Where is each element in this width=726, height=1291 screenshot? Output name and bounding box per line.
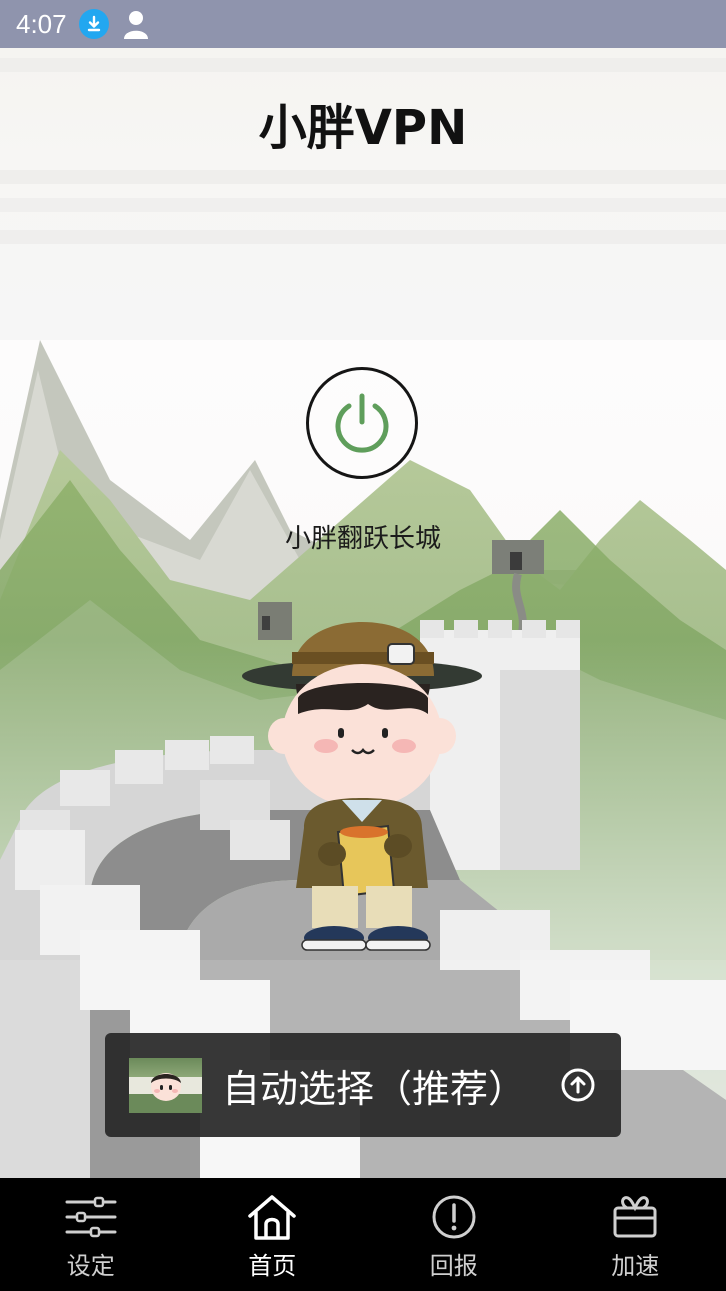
power-icon xyxy=(335,393,389,453)
power-button[interactable] xyxy=(306,367,418,479)
mascot-illustration xyxy=(242,622,482,951)
status-bar: 4:07 xyxy=(0,0,726,48)
nav-item-home[interactable]: 首页 xyxy=(182,1178,364,1291)
upload-circle-icon[interactable] xyxy=(561,1068,595,1102)
sliders-icon xyxy=(65,1194,117,1240)
home-icon xyxy=(246,1194,298,1240)
nav-item-settings[interactable]: 设定 xyxy=(0,1178,182,1291)
gift-icon xyxy=(609,1194,661,1240)
app-title: 小胖VPN xyxy=(258,100,468,156)
server-selector[interactable]: 自动选择（推荐） xyxy=(105,1033,621,1137)
nav-item-accelerate[interactable]: 加速 xyxy=(545,1178,726,1291)
status-time: 4:07 xyxy=(16,8,67,39)
nav-label: 加速 xyxy=(611,1252,660,1280)
bottom-nav: 设定 首页 回报 加速 xyxy=(0,1178,726,1291)
user-icon xyxy=(121,9,151,39)
nav-item-report[interactable]: 回报 xyxy=(363,1178,545,1291)
nav-label: 首页 xyxy=(248,1252,297,1280)
download-icon xyxy=(78,9,109,39)
nav-label: 设定 xyxy=(66,1252,115,1280)
connection-status-text: 小胖翻跃长城 xyxy=(284,524,441,554)
server-avatar xyxy=(129,1057,202,1113)
nav-label: 回报 xyxy=(429,1252,478,1280)
alert-circle-icon xyxy=(428,1194,480,1240)
server-label: 自动选择（推荐） xyxy=(222,1066,527,1111)
